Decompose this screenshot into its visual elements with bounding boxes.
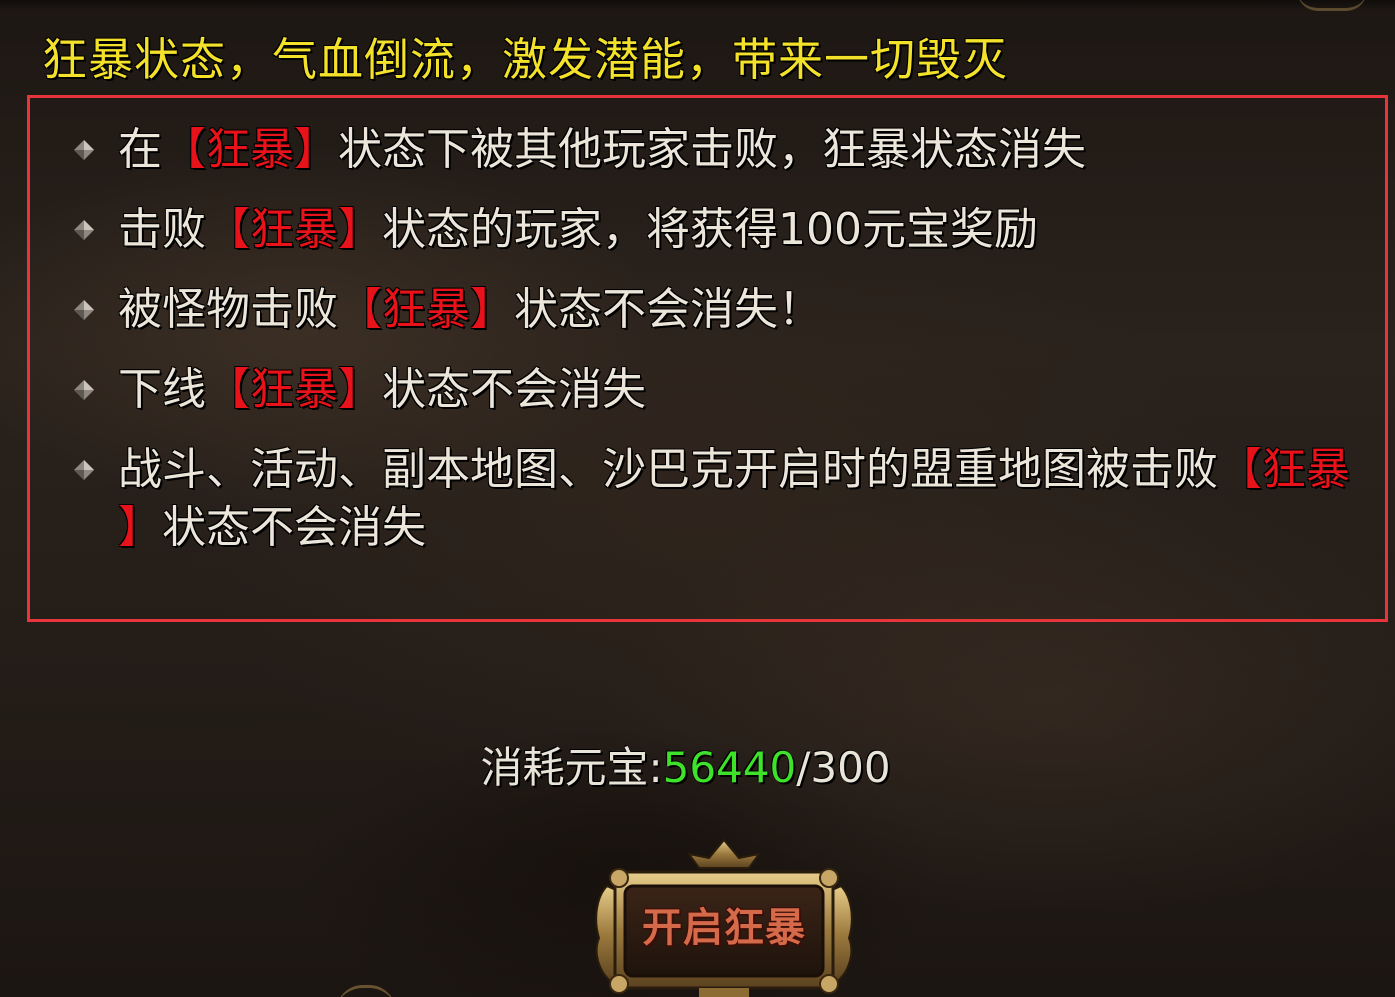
rule-item: 被怪物击败【狂暴】状态不会消失！ <box>70 281 1370 339</box>
diamond-bullet-icon <box>74 380 94 400</box>
activate-berserk-label: 开启狂暴 <box>642 905 806 951</box>
cost-line: 消耗元宝:56440/300 <box>0 738 1395 798</box>
diamond-bullet-icon <box>74 140 94 160</box>
rule-text-after: 状态不会消失 <box>382 364 646 415</box>
rule-item: 战斗、活动、副本地图、沙巴克开启时的盟重地图被击败【狂暴】状态不会消失 <box>70 441 1370 557</box>
berserk-keyword: 【狂暴】 <box>206 204 382 255</box>
berserk-panel: 狂暴状态，气血倒流，激发潜能，带来一切毁灭 在【狂暴】状态下被其他玩家击败，狂暴… <box>0 0 1395 997</box>
activate-berserk-button[interactable]: 开启狂暴 <box>589 838 859 997</box>
berserk-keyword: 【狂暴 <box>1218 444 1350 495</box>
rule-text-after: 状态的玩家，将获得100元宝奖励 <box>382 204 1038 255</box>
rule-item: 击败【狂暴】状态的玩家，将获得100元宝奖励 <box>70 201 1370 259</box>
berserk-keyword: 【狂暴】 <box>338 284 514 335</box>
rule-text-before: 在 <box>118 124 162 175</box>
rules-highlight-box: 在【狂暴】状态下被其他玩家击败，狂暴状态消失 击败【狂暴】状态的玩家，将获得10… <box>27 95 1388 622</box>
rule-text-after: 状态不会消失 <box>162 502 426 553</box>
diamond-bullet-icon <box>74 300 94 320</box>
bottom-ornament-icon <box>336 985 396 997</box>
rule-item: 在【狂暴】状态下被其他玩家击败，狂暴状态消失 <box>70 121 1370 179</box>
diamond-bullet-icon <box>74 460 94 480</box>
berserk-keyword: 【狂暴】 <box>162 124 338 175</box>
rule-text-after: 状态下被其他玩家击败，狂暴状态消失 <box>338 124 1086 175</box>
rule-text-before: 击败 <box>118 204 206 255</box>
cost-required-amount: 300 <box>810 743 891 792</box>
top-edge <box>0 0 1395 10</box>
panel-headline: 狂暴状态，气血倒流，激发潜能，带来一切毁灭 <box>42 33 1009 86</box>
cost-label: 消耗元宝: <box>480 743 663 792</box>
rule-item: 下线【狂暴】状态不会消失 <box>70 361 1370 419</box>
berserk-keyword-close: 】 <box>118 502 162 553</box>
cost-separator: / <box>796 743 811 792</box>
rule-text-before: 下线 <box>118 364 206 415</box>
cost-current-amount: 56440 <box>662 743 797 792</box>
diamond-bullet-icon <box>74 220 94 240</box>
berserk-keyword: 【狂暴】 <box>206 364 382 415</box>
rule-text-after: 状态不会消失！ <box>514 284 822 335</box>
rule-text-before: 被怪物击败 <box>118 284 338 335</box>
rule-text-before: 战斗、活动、副本地图、沙巴克开启时的盟重地图被击败 <box>118 444 1218 495</box>
